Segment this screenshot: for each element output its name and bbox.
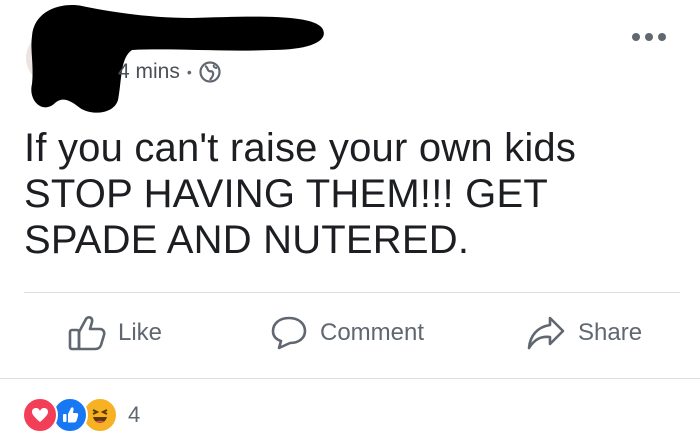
comment-button[interactable]: Comment	[270, 315, 424, 351]
divider	[24, 292, 680, 293]
comment-label: Comment	[320, 319, 425, 346]
like-button[interactable]: Like	[68, 315, 162, 351]
post-meta: 4 mins •	[118, 60, 221, 84]
share-arrow-icon	[526, 315, 566, 351]
dot-icon	[658, 33, 666, 41]
meta-separator: •	[186, 64, 192, 80]
post-timestamp[interactable]: 4 mins	[118, 60, 180, 84]
dot-icon	[632, 33, 640, 41]
reaction-count: 4	[128, 402, 141, 427]
comment-icon	[270, 315, 308, 351]
post-text: If you can't raise your own kids STOP HA…	[24, 126, 577, 262]
dot-icon	[645, 33, 653, 41]
love-icon	[22, 397, 58, 433]
divider	[0, 378, 700, 379]
more-options-button[interactable]	[632, 33, 666, 41]
share-button[interactable]: Share	[526, 315, 642, 351]
like-label: Like	[118, 319, 163, 346]
reaction-summary[interactable]: 4	[22, 397, 140, 433]
facebook-post: 4 mins • If you can't raise your own kid…	[0, 0, 700, 447]
action-bar: Like Comment Share	[0, 300, 700, 370]
redacted-author	[22, 0, 332, 118]
share-label: Share	[578, 319, 643, 346]
redaction-scribble	[26, 5, 324, 113]
globe-icon	[199, 61, 221, 83]
thumbs-up-icon	[68, 315, 106, 351]
